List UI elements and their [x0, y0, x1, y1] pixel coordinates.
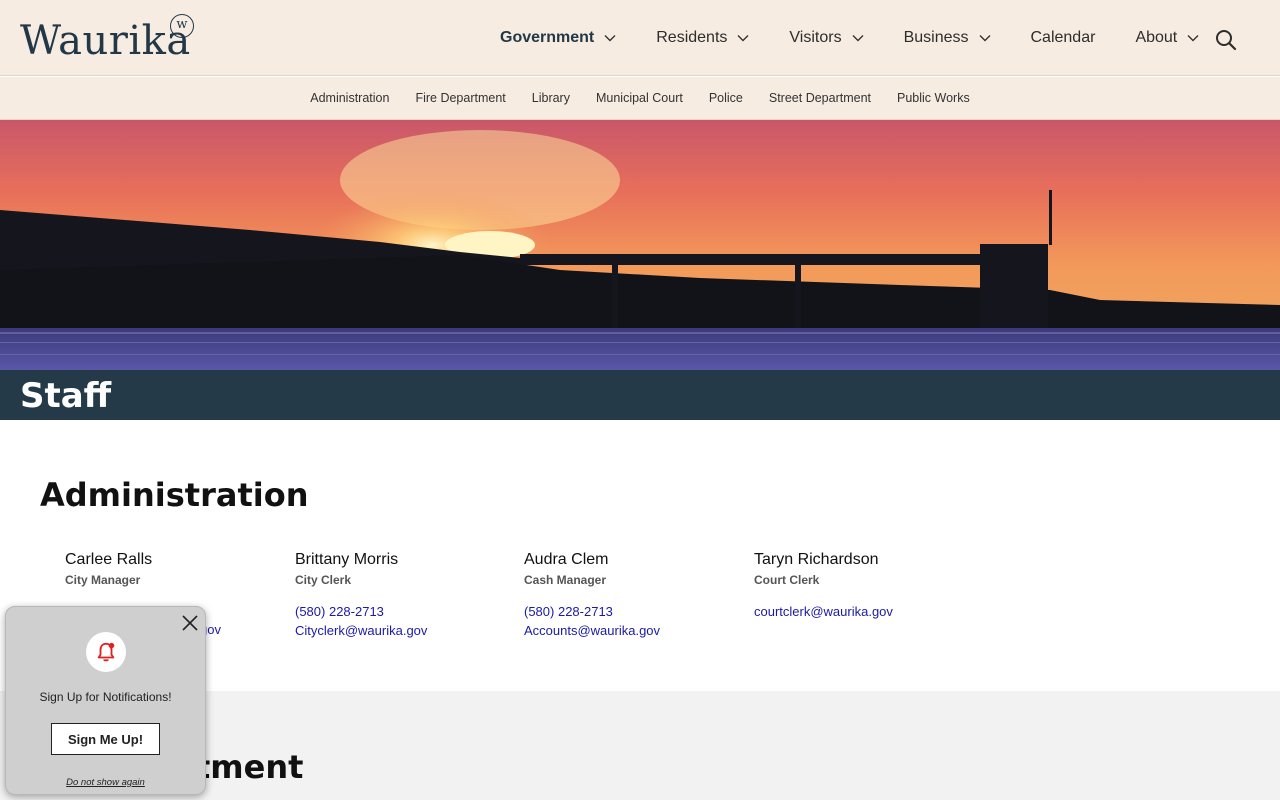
nav-calendar[interactable]: Calendar — [1031, 29, 1096, 47]
nav-business[interactable]: Business — [904, 29, 991, 47]
logo-text: Waurika — [20, 18, 191, 64]
subnav-public-works[interactable]: Public Works — [897, 91, 970, 105]
staff-name: Carlee Ralls — [65, 551, 153, 568]
chevron-down-icon — [852, 35, 864, 42]
nav-government[interactable]: Government — [500, 29, 616, 47]
nav-visitors[interactable]: Visitors — [789, 29, 864, 47]
staff-email-link[interactable]: Cityclerk@waurika.gov — [295, 623, 515, 638]
notification-popup: Sign Up for Notifications! Sign Me Up! D… — [5, 606, 206, 795]
staff-email-link[interactable]: gov — [200, 622, 285, 637]
chevron-down-icon — [1187, 35, 1199, 42]
nav-label: Calendar — [1030, 29, 1096, 46]
subnav-library[interactable]: Library — [532, 91, 570, 105]
staff-role: City Manager — [65, 573, 141, 587]
staff-card: Brittany Morris City Clerk (580) 228-271… — [295, 551, 515, 638]
staff-role: City Clerk — [295, 573, 352, 587]
staff-email-link[interactable]: Accounts@waurika.gov — [524, 623, 744, 638]
staff-role: Cash Manager — [524, 573, 607, 587]
notification-text: Sign Up for Notifications! — [39, 690, 172, 704]
sub-nav: Administration Fire Department Library M… — [0, 77, 1280, 120]
logo-mark: w — [170, 14, 194, 38]
sign-me-up-button[interactable]: Sign Me Up! — [51, 723, 160, 755]
nav-label: About — [1135, 29, 1178, 46]
staff-role: Court Clerk — [754, 573, 820, 587]
section-title: tment — [195, 748, 304, 786]
section-title: Administration — [40, 476, 309, 514]
chevron-down-icon — [979, 35, 990, 42]
do-not-show-again-link[interactable]: Do not show again — [6, 777, 205, 788]
close-icon[interactable] — [181, 614, 199, 632]
chevron-down-icon — [737, 35, 749, 42]
staff-name: Brittany Morris — [295, 551, 399, 568]
subnav-police[interactable]: Police — [709, 91, 743, 105]
nav-label: Business — [903, 29, 969, 46]
nav-about[interactable]: About — [1135, 29, 1199, 47]
staff-name: Taryn Richardson — [754, 551, 879, 568]
nav-label: Government — [500, 29, 595, 46]
staff-phone-link[interactable]: (580) 228-2713 — [524, 604, 744, 619]
main-nav: Government Residents Visitors Business C… — [500, 0, 1239, 76]
nav-label: Residents — [656, 29, 728, 46]
staff-card: Taryn Richardson Court Clerk courtclerk@… — [754, 551, 974, 619]
site-logo[interactable]: Waurika w — [20, 12, 200, 68]
subnav-municipal-court[interactable]: Municipal Court — [596, 91, 683, 105]
sunset-lake-image — [0, 120, 1280, 370]
page-title-band: Staff — [0, 370, 1280, 420]
bell-icon — [97, 642, 115, 662]
hero-banner — [0, 120, 1280, 370]
staff-phone-link[interactable]: (580) 228-2713 — [295, 604, 515, 619]
page-title: Staff — [20, 376, 112, 416]
nav-residents[interactable]: Residents — [656, 29, 749, 47]
subnav-administration[interactable]: Administration — [310, 91, 389, 105]
chevron-down-icon — [604, 35, 616, 42]
nav-label: Visitors — [789, 29, 842, 46]
staff-card: Audra Clem Cash Manager (580) 228-2713 A… — [524, 551, 744, 638]
subnav-fire-department[interactable]: Fire Department — [415, 91, 505, 105]
bell-badge — [86, 632, 126, 672]
search-icon[interactable] — [1214, 28, 1238, 52]
staff-email-link[interactable]: courtclerk@waurika.gov — [754, 604, 974, 619]
subnav-street-department[interactable]: Street Department — [769, 91, 871, 105]
site-header: Waurika w Government Residents Visitors … — [0, 0, 1280, 76]
staff-name: Audra Clem — [524, 551, 609, 568]
